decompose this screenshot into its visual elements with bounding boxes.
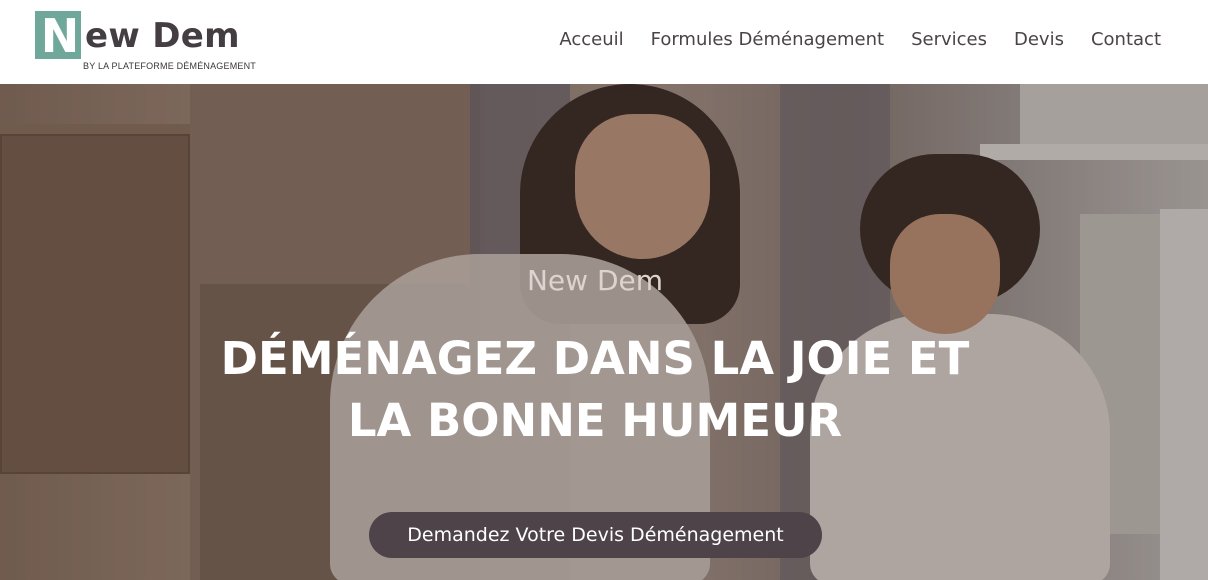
hero-subtitle: New Dem — [526, 264, 664, 297]
nav-item-devis[interactable]: Devis — [1014, 28, 1064, 52]
hero-section: New Dem DÉMÉNAGEZ DANS LA JOIE ET LA BON… — [0, 84, 1208, 580]
logo-wordmark: ew Dem — [85, 16, 240, 56]
hero-title: DÉMÉNAGEZ DANS LA JOIE ET LA BONNE HUMEU… — [0, 328, 1190, 452]
hero-title-line-2: LA BONNE HUMEUR — [347, 394, 843, 447]
nav-item-contact[interactable]: Contact — [1091, 28, 1161, 52]
logo-tagline: BY LA PLATEFORME DÉMÉNAGEMENT — [83, 61, 257, 71]
main-nav: Acceuil Formules Déménagement Services D… — [532, 28, 1161, 52]
nav-item-formules[interactable]: Formules Déménagement — [651, 28, 884, 52]
quote-request-button[interactable]: Demandez Votre Devis Déménagement — [369, 512, 822, 558]
nav-item-accueil[interactable]: Acceuil — [559, 28, 623, 52]
site-logo[interactable]: N ew Dem BY LA PLATEFORME DÉMÉNAGEMENT — [35, 9, 275, 73]
site-header: N ew Dem BY LA PLATEFORME DÉMÉNAGEMENT A… — [0, 0, 1208, 84]
logo-initial: N — [40, 9, 80, 63]
nav-item-services[interactable]: Services — [911, 28, 987, 52]
hero-title-line-1: DÉMÉNAGEZ DANS LA JOIE ET — [220, 332, 970, 385]
